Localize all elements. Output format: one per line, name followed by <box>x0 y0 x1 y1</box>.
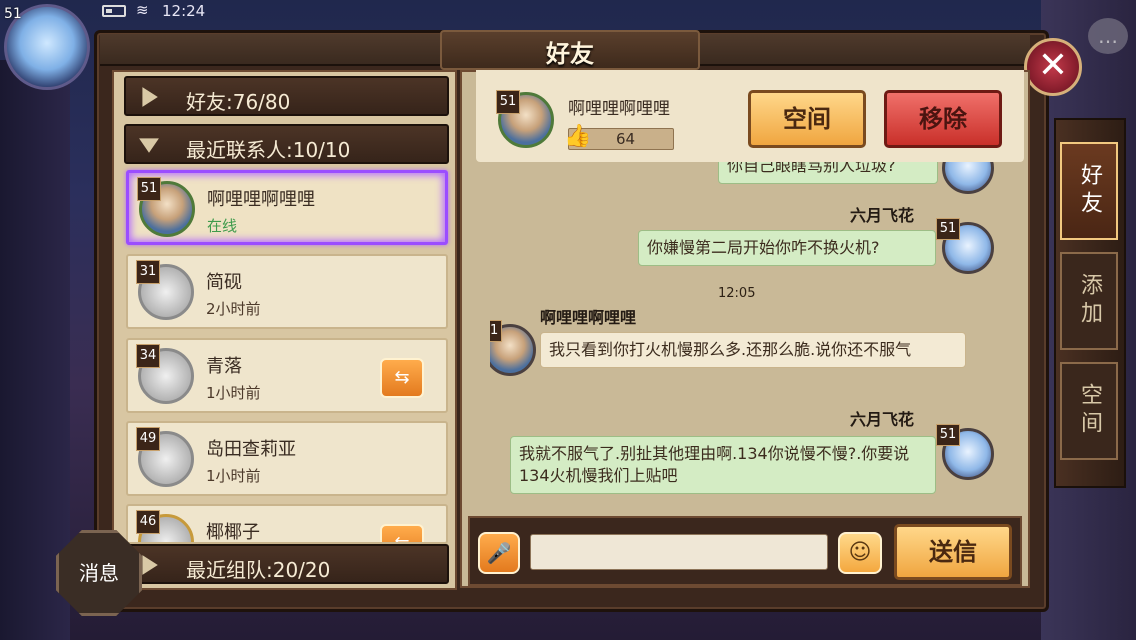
chat-input[interactable] <box>530 534 828 570</box>
invite-icon: ⇆ <box>394 367 410 388</box>
battery-icon <box>102 5 126 17</box>
chat-messages[interactable]: 你自己眼瞎骂别人垃圾? 六月飞花 你嫌慢第二局开始你咋不换火机? 51 12:0… <box>490 160 1010 510</box>
space-button[interactable]: 空间 <box>748 90 866 148</box>
status-time: 12:24 <box>162 2 206 20</box>
contact-status: 2小时前 <box>206 300 261 318</box>
contact-status: 1小时前 <box>206 384 261 402</box>
group-team-label: 最近组队:20/20 <box>186 558 331 582</box>
level-badge: 34 <box>136 344 160 368</box>
message-timestamp: 12:05 <box>718 286 756 301</box>
chat-target-name: 啊哩哩啊哩哩 <box>568 99 670 119</box>
message-bubble: 我只看到你打火机慢那么多.还那么脆.说你还不服气 <box>540 332 966 368</box>
contact-status: 1小时前 <box>206 467 261 485</box>
contact-name: 简砚 <box>206 272 242 293</box>
level-badge: 51 <box>936 424 960 446</box>
contact-item[interactable]: 46 椰椰子 ⇆ <box>126 504 448 544</box>
group-recent-label: 最近联系人:10/10 <box>186 138 351 162</box>
contact-name: 啊哩哩啊哩哩 <box>207 189 315 210</box>
player-level: 51 <box>4 6 22 22</box>
level-badge: 49 <box>136 427 160 451</box>
level-badge: 51 <box>496 90 520 114</box>
message-sender: 六月飞花 <box>850 410 915 429</box>
group-recent-contacts[interactable]: 最近联系人:10/10 <box>124 124 449 164</box>
message-sender: 六月飞花 <box>850 206 915 225</box>
group-friends-label: 好友:76/80 <box>186 90 291 114</box>
invite-icon: ⇆ <box>394 533 410 544</box>
message-bubble: 你嫌慢第二局开始你咋不换火机? <box>638 230 936 266</box>
avatar <box>942 160 994 194</box>
contact-name: 青落 <box>206 356 242 377</box>
window-title: 好友 <box>546 40 594 68</box>
group-recent-team[interactable]: 最近组队:20/20 <box>124 544 449 584</box>
group-friends[interactable]: 好友:76/80 <box>124 76 449 116</box>
thumbs-up-icon[interactable]: 👍 <box>564 124 591 149</box>
emoji-button[interactable]: ☺ <box>838 532 882 574</box>
level-badge: 51 <box>137 177 161 201</box>
contact-name: 椰椰子 <box>206 522 260 543</box>
contact-item[interactable]: 49 岛田查莉亚 1小时前 <box>126 421 448 496</box>
contact-name: 岛田查莉亚 <box>206 439 296 460</box>
like-count: 64 <box>616 130 636 148</box>
tab-space[interactable]: 空间 <box>1060 362 1118 460</box>
close-icon: ✕ <box>1037 45 1069 86</box>
smiley-icon: ☺ <box>848 540 872 565</box>
microphone-icon: 🎤 <box>486 541 512 565</box>
voice-button[interactable]: 🎤 <box>478 532 520 574</box>
remove-button[interactable]: 移除 <box>884 90 1002 148</box>
message-bubble: 我就不服气了.别扯其他理由啊.134你说慢不慢?.你要说134火机慢我们上贴吧 <box>510 436 936 494</box>
contact-status: 在线 <box>207 217 238 235</box>
message-sender: 啊哩哩啊哩哩 <box>540 308 637 327</box>
send-button[interactable]: 送信 <box>894 524 1012 580</box>
team-invite-button[interactable]: ⇆ <box>380 524 424 544</box>
tab-friends[interactable]: 好友 <box>1060 142 1118 240</box>
level-badge: 46 <box>136 510 160 534</box>
chevron-down-icon <box>139 138 159 153</box>
level-badge: 51 <box>490 320 502 342</box>
chevron-right-icon <box>142 87 158 107</box>
message-bubble: 你自己眼瞎骂别人垃圾? <box>718 160 938 184</box>
contact-item[interactable]: 31 简砚 2小时前 <box>126 254 448 329</box>
tab-add[interactable]: 添加 <box>1060 252 1118 350</box>
contact-item[interactable]: 51 啊哩哩啊哩哩 在线 <box>126 170 448 245</box>
chat-bubble-icon[interactable]: … <box>1088 18 1128 54</box>
message-button[interactable]: 消息 <box>56 530 142 616</box>
wifi-icon: ≋ <box>136 1 149 19</box>
close-button[interactable]: ✕ <box>1024 38 1082 96</box>
level-badge: 31 <box>136 260 160 284</box>
team-invite-button[interactable]: ⇆ <box>380 358 424 398</box>
level-badge: 51 <box>936 218 960 240</box>
contact-item[interactable]: 34 青落 1小时前 ⇆ <box>126 338 448 413</box>
